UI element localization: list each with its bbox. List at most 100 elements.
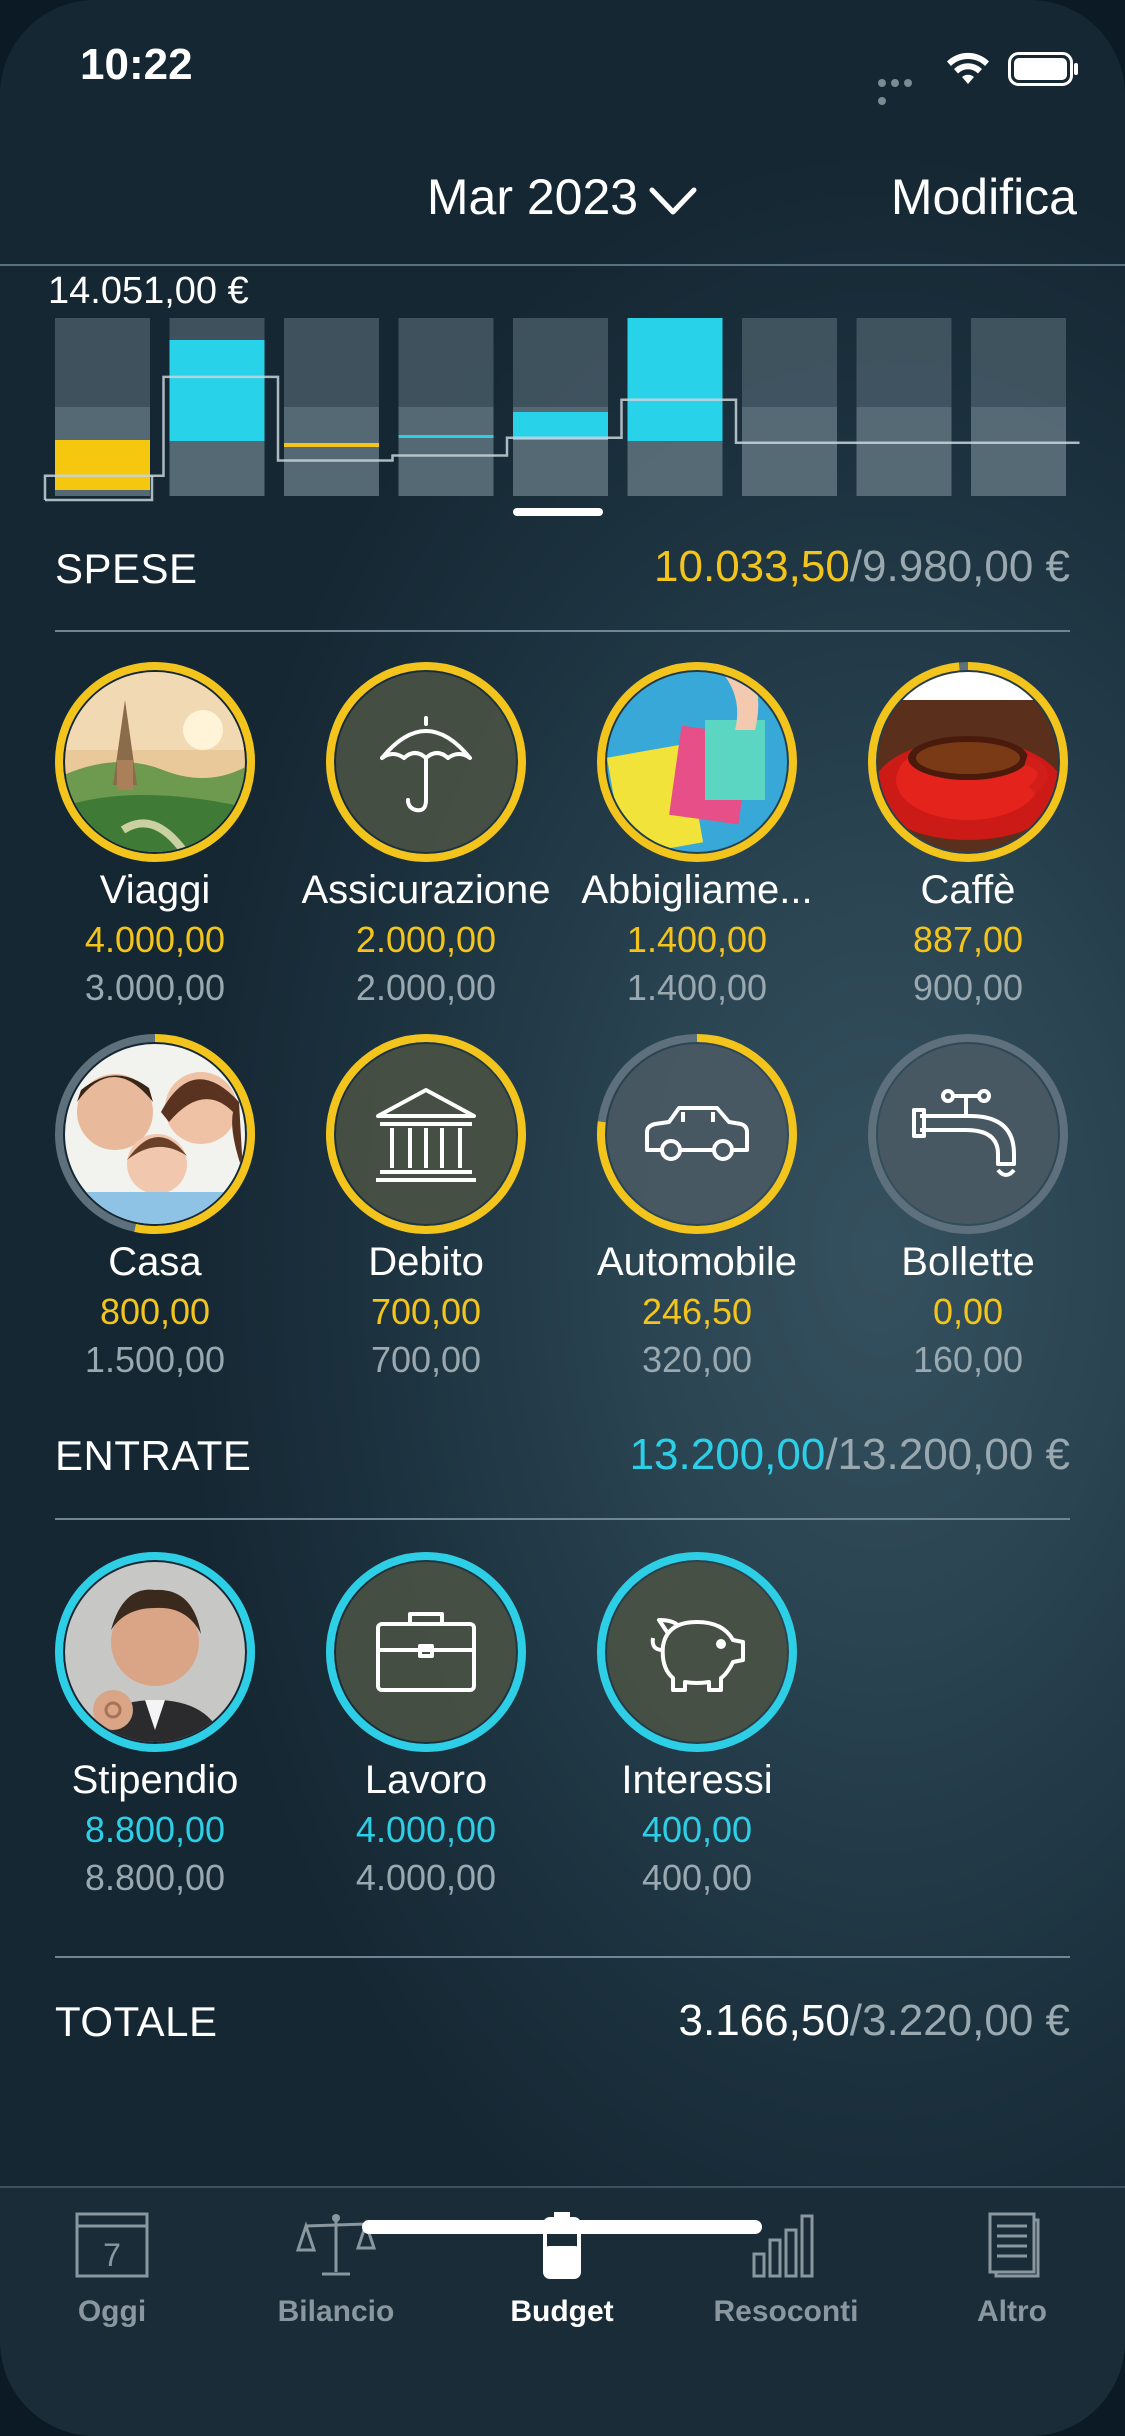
chart-bar-lower [742, 407, 837, 496]
car-icon [595, 1032, 799, 1236]
category-budget: 2.000,00 [355, 967, 497, 1008]
category-amount: 887,00 [912, 919, 1024, 960]
tab-label: Bilancio [277, 2295, 395, 2328]
family-photo [53, 1032, 257, 1236]
category-budget: 4.000,00 [355, 1857, 497, 1898]
category-interessi[interactable]: Interessi 400,00 400,00 [557, 1550, 837, 1899]
category-name: Abbigliame... [581, 868, 813, 912]
category-amount: 8.800,00 [84, 1809, 226, 1850]
document-icon [988, 2212, 1040, 2278]
shopping-photo [595, 660, 799, 864]
category-name: Viaggi [99, 868, 211, 912]
category-budget: 1.400,00 [626, 967, 768, 1008]
category-name: Casa [108, 1240, 202, 1284]
category-name: Lavoro [364, 1758, 488, 1802]
category-casa[interactable]: Casa 800,00 1.500,00 [15, 1032, 295, 1381]
category-name: Stipendio [71, 1758, 239, 1802]
total-budget: /3.220,00 € [849, 1996, 1070, 2045]
wifi-icon [947, 52, 989, 84]
category-name: Automobile [596, 1240, 798, 1284]
category-bollette[interactable]: Bollette 0,00 160,00 [828, 1032, 1108, 1381]
expenses-divider [55, 630, 1070, 632]
chart-bar [627, 318, 723, 441]
home-indicator [362, 2220, 762, 2234]
category-amount: 246,50 [641, 1291, 753, 1332]
expenses-total: 10.033,50 [654, 542, 850, 591]
expenses-summary: 10.033,50/9.980,00 € [654, 542, 1070, 592]
tab-label: Altro [977, 2295, 1047, 2328]
category-automobile[interactable]: Automobile 246,50 320,00 [557, 1032, 837, 1381]
income-total: 13.200,00 [629, 1430, 826, 1479]
category-budget: 320,00 [641, 1339, 753, 1380]
category-amount: 0,00 [932, 1291, 1004, 1332]
chevron-down-icon [649, 187, 697, 215]
svg-text:7: 7 [103, 2237, 121, 2273]
chart-bar [284, 443, 379, 447]
income-budget: /13.200,00 € [825, 1430, 1070, 1479]
category-budget: 3.000,00 [84, 967, 226, 1008]
edit-button[interactable]: Modifica [891, 168, 1077, 226]
chart-bar [513, 412, 608, 440]
category-budget: 1.500,00 [84, 1339, 226, 1380]
chart-bar [398, 435, 494, 438]
battery-status-icon [1008, 52, 1078, 86]
category-amount: 4.000,00 [84, 919, 226, 960]
category-assicurazione[interactable]: Assicurazione 2.000,00 2.000,00 [286, 660, 566, 1009]
category-amount: 800,00 [99, 1291, 211, 1332]
budget-chart[interactable] [0, 310, 1125, 530]
piggy-bank-icon [595, 1550, 799, 1754]
coffee-photo [866, 660, 1070, 864]
category-amount: 4.000,00 [355, 1809, 497, 1850]
total-label: TOTALE [55, 1998, 218, 2045]
tab-altro[interactable]: Altro [902, 2210, 1122, 2329]
calendar-icon: 7 [75, 2212, 149, 2278]
total-summary: 3.166,50/3.220,00 € [679, 1996, 1070, 2046]
category-amount: 700,00 [370, 1291, 482, 1332]
category-amount: 400,00 [641, 1809, 753, 1850]
chart-max-label: 14.051,00 € [48, 270, 249, 312]
category-lavoro[interactable]: Lavoro 4.000,00 4.000,00 [286, 1550, 566, 1899]
category-name: Bollette [901, 1240, 1035, 1284]
budget-screen: 10:22 Mar 2023 Modifica 14.051,00 € SPES… [0, 0, 1125, 2436]
signal-dots-icon [878, 74, 928, 105]
category-amount: 1.400,00 [626, 919, 768, 960]
category-name: Caffè [920, 868, 1016, 912]
chart-bar [169, 340, 265, 441]
category-name: Debito [368, 1240, 484, 1284]
category-abbigliame[interactable]: Abbigliame... 1.400,00 1.400,00 [557, 660, 837, 1009]
tab-oggi[interactable]: 7 Oggi [2, 2210, 222, 2329]
chart-bar-lower [398, 407, 494, 496]
category-budget: 900,00 [912, 967, 1024, 1008]
month-label: Mar 2023 [426, 169, 639, 225]
tab-label: Resoconti [713, 2295, 859, 2328]
income-summary: 13.200,00/13.200,00 € [630, 1430, 1070, 1480]
status-time: 10:22 [80, 40, 193, 89]
category-debito[interactable]: Debito 700,00 700,00 [286, 1032, 566, 1381]
income-divider [55, 1518, 1070, 1520]
man-photo [53, 1550, 257, 1754]
chart-bar-lower [284, 407, 379, 496]
travel-photo [53, 660, 257, 864]
bank-icon [324, 1032, 528, 1236]
tab-label: Budget [510, 2295, 614, 2328]
category-stipendio[interactable]: Stipendio 8.800,00 8.800,00 [15, 1550, 295, 1899]
category-budget: 700,00 [370, 1339, 482, 1380]
tab-label: Oggi [77, 2295, 147, 2328]
briefcase-icon [324, 1550, 528, 1754]
chart-bar-lower [856, 407, 952, 496]
expenses-label: SPESE [55, 545, 198, 592]
category-budget: 160,00 [912, 1339, 1024, 1380]
expenses-budget: /9.980,00 € [849, 542, 1070, 591]
category-caff[interactable]: Caffè 887,00 900,00 [828, 660, 1108, 1009]
category-name: Assicurazione [301, 868, 551, 912]
category-amount: 2.000,00 [355, 919, 497, 960]
chart-bar-lower [971, 407, 1066, 496]
umbrella-icon [324, 660, 528, 864]
income-label: ENTRATE [55, 1432, 252, 1479]
category-name: Interessi [621, 1758, 773, 1802]
total-value: 3.166,50 [678, 1996, 850, 2045]
total-divider [55, 1956, 1070, 1958]
faucet-icon [866, 1032, 1070, 1236]
category-viaggi[interactable]: Viaggi 4.000,00 3.000,00 [15, 660, 295, 1009]
chart-bar [55, 440, 150, 490]
